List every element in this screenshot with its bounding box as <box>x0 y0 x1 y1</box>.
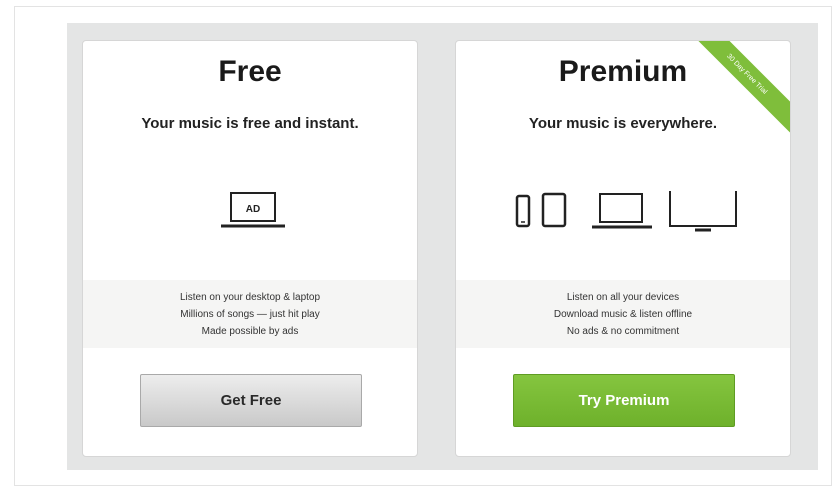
premium-features: Listen on all your devices Download musi… <box>456 280 790 348</box>
pricing-panel: Free Your music is free and instant. AD … <box>67 23 818 470</box>
try-premium-button[interactable]: Try Premium <box>513 374 735 427</box>
tablet-icon <box>541 192 567 228</box>
premium-feature-item: No ads & no commitment <box>566 325 680 337</box>
phone-icon <box>515 194 531 228</box>
premium-devices <box>456 185 790 241</box>
free-features: Listen on your desktop & laptop Millions… <box>83 280 417 348</box>
laptop-icon <box>592 193 652 229</box>
premium-plan-card: Premium Your music is everywhere. 30 Day… <box>455 40 791 457</box>
premium-feature-item: Download music & listen offline <box>553 308 693 320</box>
free-plan-title: Free <box>218 55 282 88</box>
laptop-ad-icon: AD <box>221 192 285 228</box>
free-plan-card: Free Your music is free and instant. AD … <box>82 40 418 457</box>
free-plan-subtitle: Your music is free and instant. <box>141 115 359 132</box>
free-feature-item: Millions of songs — just hit play <box>180 308 320 320</box>
monitor-icon <box>669 185 737 232</box>
premium-plan-subtitle: Your music is everywhere. <box>528 115 718 132</box>
free-feature-item: Listen on your desktop & laptop <box>179 291 321 303</box>
premium-feature-item: Listen on all your devices <box>566 291 680 303</box>
free-devices: AD <box>83 191 417 241</box>
get-free-button[interactable]: Get Free <box>140 374 362 427</box>
free-feature-item: Made possible by ads <box>201 325 299 337</box>
ad-label: AD <box>246 204 260 215</box>
